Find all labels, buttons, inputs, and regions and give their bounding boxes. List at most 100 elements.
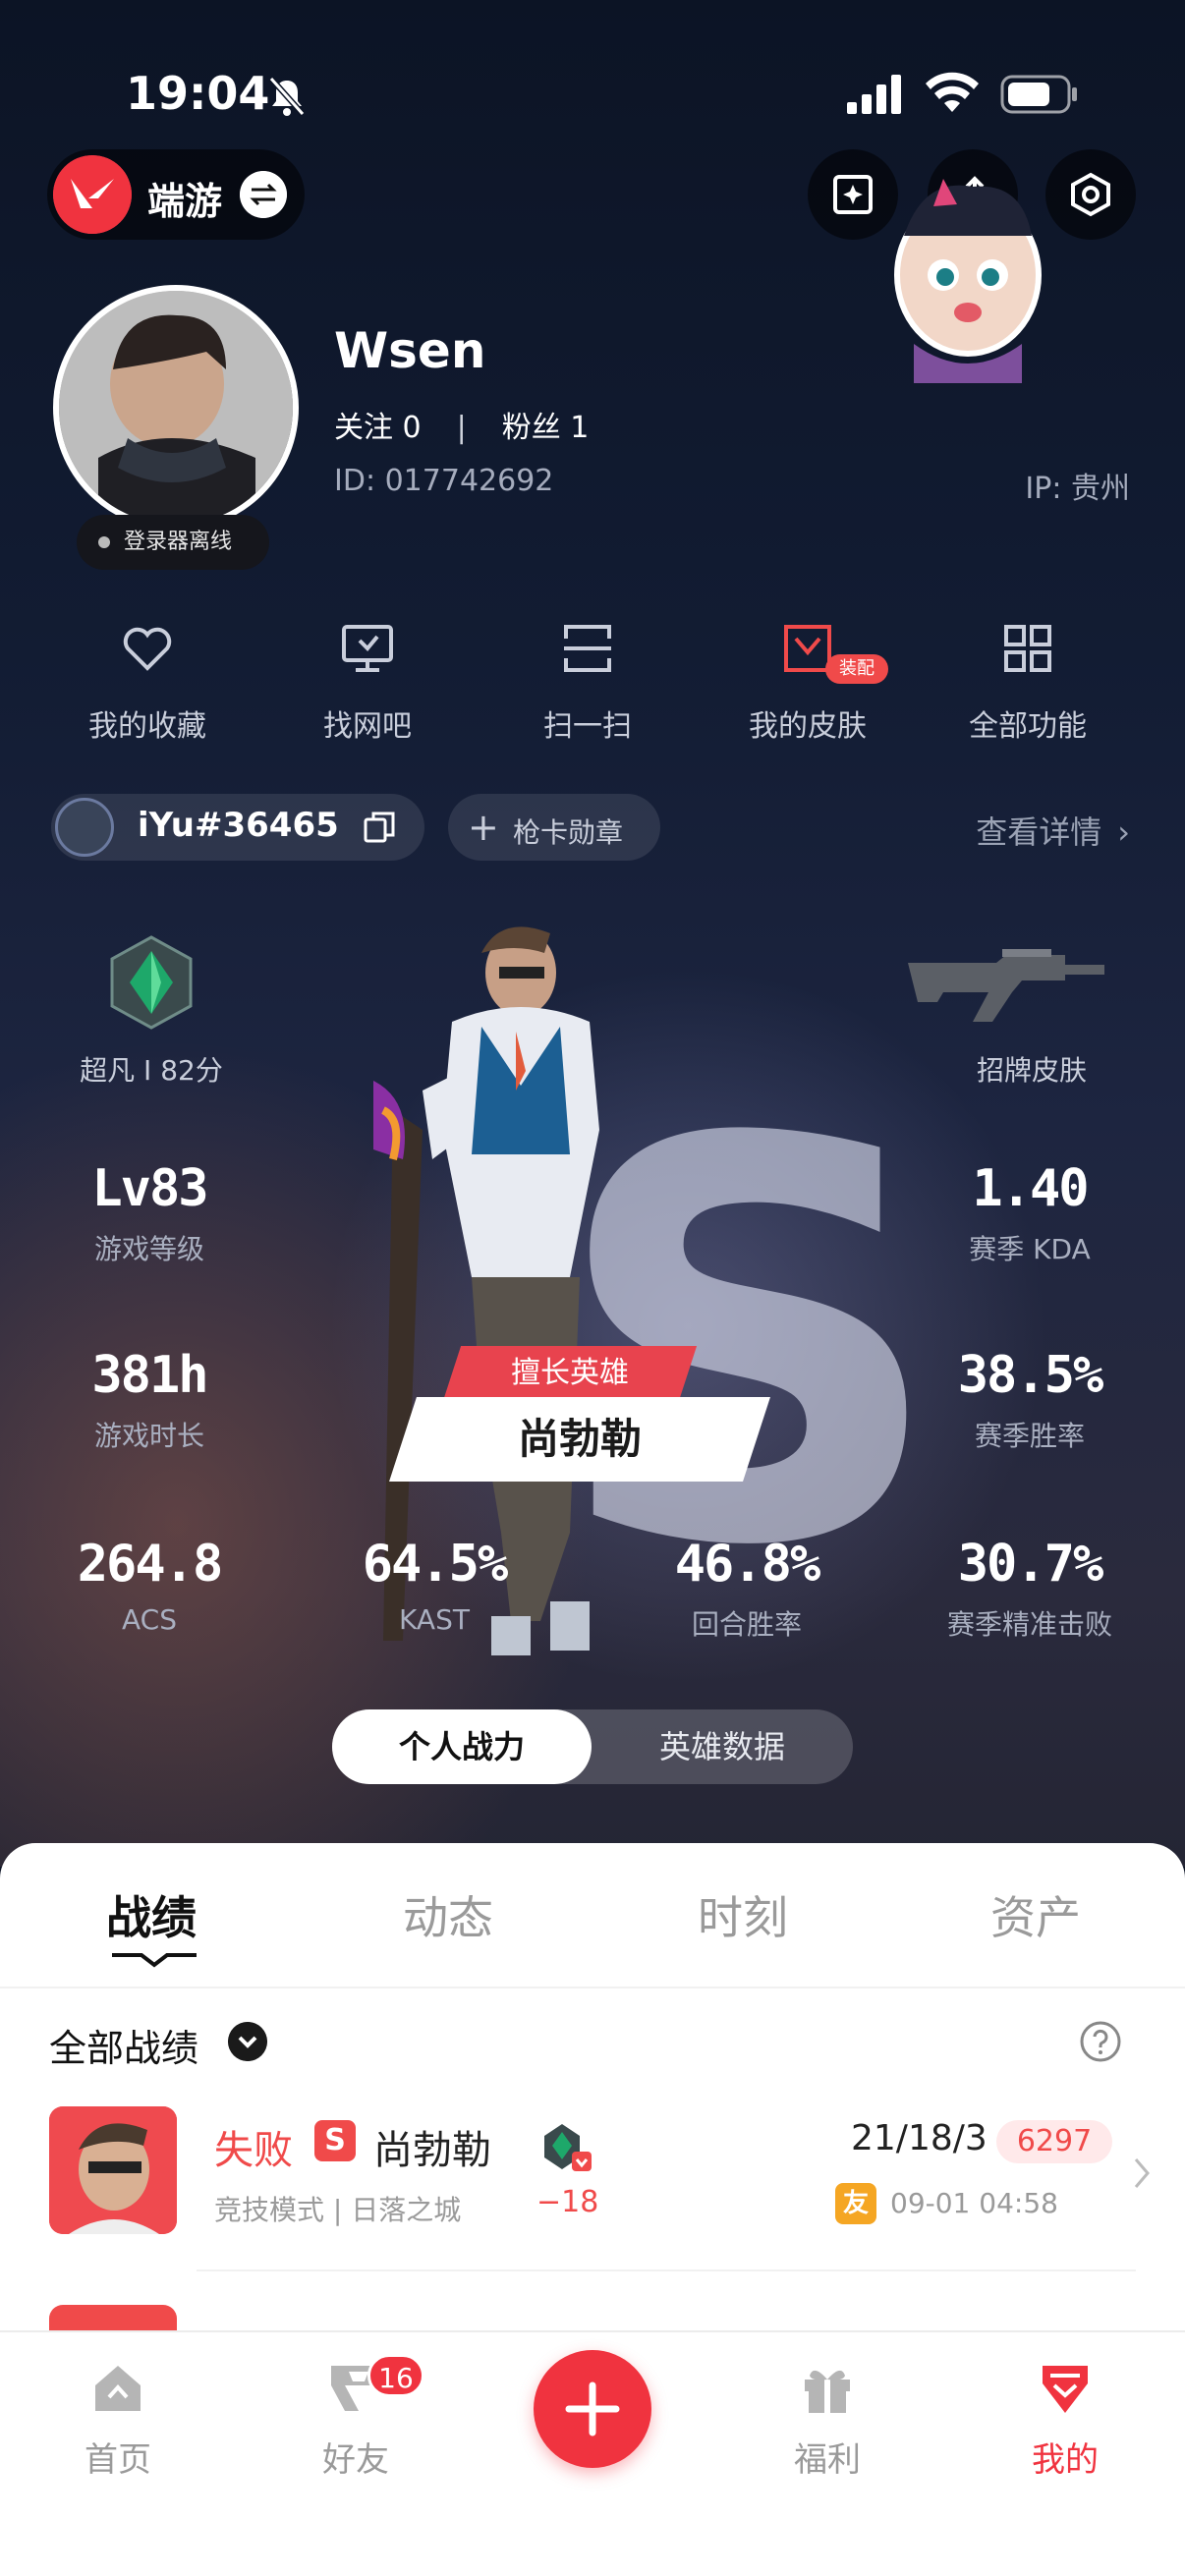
settings-button[interactable] bbox=[1045, 149, 1136, 240]
nav-benefits[interactable]: 福利 bbox=[749, 2358, 906, 2481]
nav-profile[interactable]: 我的 bbox=[987, 2358, 1144, 2481]
card-badge-label: 枪卡勋章 bbox=[513, 816, 624, 849]
stat-label: 赛季精准击败 bbox=[946, 1608, 1112, 1641]
offline-dot-icon bbox=[98, 536, 110, 548]
ip-location: IP: 贵州 bbox=[1025, 472, 1130, 506]
view-details-link[interactable]: 查看详情 › bbox=[976, 808, 1130, 853]
quick-action-label: 全部功能 bbox=[969, 709, 1087, 744]
nav-label: 首页 bbox=[85, 2440, 151, 2480]
stat-value: Lv83 bbox=[91, 1159, 208, 1218]
stat-level: Lv83 游戏等级 bbox=[31, 1159, 267, 1267]
nav-label: 我的 bbox=[1032, 2440, 1099, 2480]
match-result: 失败 bbox=[214, 2128, 293, 2173]
status-time: 19:04 bbox=[126, 67, 270, 120]
follow-stats: 关注 0 | 粉丝 1 bbox=[334, 403, 589, 446]
battery-icon bbox=[1000, 75, 1077, 114]
segment-personal-power[interactable]: 个人战力 bbox=[332, 1709, 592, 1784]
stat-value: 30.7% bbox=[957, 1535, 1104, 1594]
tab-moments[interactable]: 时刻 bbox=[645, 1882, 841, 1947]
stat-season-winrate: 38.5% 赛季胜率 bbox=[912, 1346, 1148, 1454]
agent-thumbnail bbox=[49, 2106, 177, 2234]
rank-ascendant-icon bbox=[110, 935, 193, 1030]
nav-label: 好友 bbox=[322, 2440, 389, 2480]
stat-acs: 264.8 ACS bbox=[31, 1535, 267, 1636]
match-time: 09-01 04:58 bbox=[890, 2187, 1058, 2219]
quick-action-favorites[interactable]: 我的收藏 bbox=[49, 619, 246, 756]
match-mode-map: 竞技模式 | 日落之城 bbox=[214, 2194, 462, 2226]
favorite-agent-name-box: 尚勃勒 bbox=[389, 1397, 770, 1482]
quick-action-scan[interactable]: 扫一扫 bbox=[489, 619, 686, 756]
status-bar: 19:04 bbox=[0, 59, 1185, 128]
stat-value: 264.8 bbox=[77, 1535, 224, 1594]
stat-headshot-rate: 30.7% 赛季精准击败 bbox=[912, 1535, 1148, 1643]
stat-round-winrate: 46.8% 回合胜率 bbox=[629, 1535, 865, 1643]
favorite-agent-tag-text: 擅长英雄 bbox=[511, 1356, 629, 1390]
launcher-status-pill: 登录器离线 bbox=[77, 515, 269, 570]
silent-bell-icon bbox=[268, 77, 306, 116]
app-switcher[interactable]: 端游 bbox=[47, 149, 305, 240]
copy-icon[interactable] bbox=[362, 810, 397, 845]
create-post-button[interactable] bbox=[534, 2350, 651, 2468]
match-kda: 21/18/3 bbox=[851, 2118, 988, 2158]
stat-value: 1.40 bbox=[972, 1159, 1089, 1218]
quick-action-my-skins[interactable]: 装配 我的皮肤 bbox=[709, 619, 906, 756]
match-agent-name: 尚勃勒 bbox=[373, 2128, 491, 2173]
match-filter-label: 全部战绩 bbox=[49, 2027, 199, 2070]
rank-delta: −18 bbox=[536, 2185, 599, 2219]
user-id: ID: 017742692 bbox=[334, 464, 554, 498]
stat-label: 赛季 KDA bbox=[969, 1233, 1091, 1265]
grid-icon bbox=[1004, 625, 1051, 672]
rifle-skin-icon bbox=[908, 949, 1104, 1022]
rank-label: 超凡 I 82分 bbox=[80, 1054, 223, 1087]
nav-friends[interactable]: 16 好友 bbox=[277, 2354, 434, 2481]
tab-activity[interactable]: 动态 bbox=[350, 1882, 546, 1947]
favorite-agent-tag: 擅长英雄 bbox=[442, 1346, 698, 1401]
stat-label: KAST bbox=[399, 1603, 470, 1636]
quick-action-label: 我的收藏 bbox=[88, 709, 206, 744]
user-avatar[interactable] bbox=[53, 285, 299, 531]
stats-segment-control: 个人战力 英雄数据 bbox=[332, 1709, 853, 1784]
chevron-right-icon: › bbox=[1117, 813, 1130, 851]
stat-value: 381h bbox=[91, 1346, 208, 1405]
favorite-agent-name: 尚勃勒 bbox=[517, 1415, 642, 1463]
quick-action-internet-cafe[interactable]: 找网吧 bbox=[269, 619, 466, 756]
match-filter[interactable]: 全部战绩 bbox=[49, 2018, 198, 2072]
tab-assets[interactable]: 资产 bbox=[937, 1882, 1134, 1947]
match-acs: 6297 bbox=[996, 2120, 1112, 2163]
tab-divider bbox=[0, 1987, 1185, 1988]
quick-action-label: 我的皮肤 bbox=[749, 709, 867, 744]
riot-account-pill[interactable]: iYu#36465 bbox=[51, 794, 424, 861]
nav-label: 福利 bbox=[794, 2440, 861, 2480]
stat-label: ACS bbox=[122, 1603, 177, 1636]
quick-action-all-features[interactable]: 全部功能 bbox=[930, 619, 1126, 756]
chevron-right-icon bbox=[1134, 2158, 1150, 2188]
active-tab-indicator bbox=[112, 1953, 197, 1968]
friends-count-badge: 16 bbox=[367, 2354, 424, 2397]
mascot-sticker-icon bbox=[894, 179, 1042, 383]
stat-value: 38.5% bbox=[957, 1346, 1104, 1405]
followers-count[interactable]: 粉丝 1 bbox=[502, 411, 590, 445]
stat-kast: 64.5% KAST bbox=[316, 1535, 552, 1636]
tab-match-history[interactable]: 战绩 bbox=[53, 1882, 250, 1947]
plus-icon: + bbox=[468, 806, 499, 849]
segment-agent-data[interactable]: 英雄数据 bbox=[592, 1709, 853, 1784]
card-badge-button[interactable]: + 枪卡勋章 bbox=[448, 794, 660, 861]
app-switcher-label: 端游 bbox=[147, 180, 223, 223]
help-icon[interactable] bbox=[1079, 2020, 1122, 2063]
stat-value: 64.5% bbox=[362, 1535, 509, 1594]
follow-separator: | bbox=[456, 411, 467, 445]
following-count[interactable]: 关注 0 bbox=[334, 411, 422, 445]
swap-icon bbox=[240, 171, 287, 218]
quick-action-label: 扫一扫 bbox=[543, 709, 632, 744]
chevron-down-circle-icon[interactable] bbox=[228, 2022, 267, 2061]
stat-value: 46.8% bbox=[674, 1535, 821, 1594]
content-sheet: 战绩 动态 时刻 资产 全部战绩 失败 S 尚勃勒 竞技模式 | 日落之城 −1… bbox=[0, 1843, 1185, 2344]
rank-change-icon bbox=[544, 2124, 592, 2171]
username: Wsen bbox=[334, 322, 486, 379]
favorite-agent-ribbon[interactable]: 擅长英雄 尚勃勒 bbox=[373, 1346, 786, 1484]
signature-skin-label[interactable]: 招牌皮肤 bbox=[933, 1049, 1130, 1089]
profile-icon bbox=[1043, 2366, 1088, 2413]
nav-home[interactable]: 首页 bbox=[39, 2358, 197, 2481]
skin-equip-badge: 装配 bbox=[825, 654, 888, 684]
stat-label: 赛季胜率 bbox=[974, 1420, 1085, 1452]
